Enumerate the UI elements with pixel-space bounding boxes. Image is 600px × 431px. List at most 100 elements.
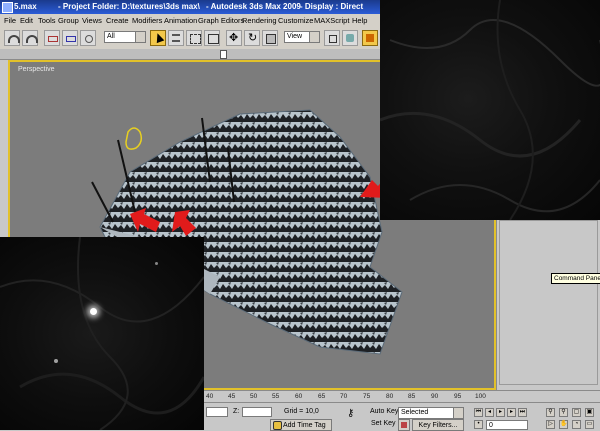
menu-help[interactable]: Help (352, 16, 367, 25)
select-and-scale-button[interactable] (262, 30, 278, 46)
menu-file[interactable]: File (4, 16, 16, 25)
chevron-down-icon (135, 32, 145, 42)
unlink-button[interactable] (62, 30, 78, 46)
bright-speck (90, 308, 97, 315)
menu-modifiers[interactable]: Modifiers (132, 16, 162, 25)
current-frame-value: 0 (489, 422, 493, 429)
chevron-down-icon (453, 408, 463, 418)
timeline-tick: 85 (408, 393, 416, 400)
go-to-start-icon: ⏮ (475, 409, 482, 415)
command-panel[interactable] (496, 220, 600, 390)
go-to-start-button[interactable]: ⏮ (474, 408, 483, 417)
auto-key-mode-dropdown[interactable]: Selected (398, 407, 464, 419)
go-to-end-icon: ⏭ (519, 409, 526, 415)
rectangle-select-icon (190, 34, 201, 44)
selection-filter-dropdown[interactable]: All (104, 31, 146, 43)
pan-icon: ✋ (560, 421, 568, 427)
redo-icon (26, 35, 38, 43)
cursor-icon (153, 31, 165, 44)
texture-cracks (0, 237, 204, 430)
app-logo-icon (2, 2, 13, 13)
timeline-tick: 40 (206, 393, 214, 400)
previous-frame-button[interactable]: ◂ (485, 408, 494, 417)
select-and-link-button[interactable] (44, 30, 60, 46)
space-warp-icon (85, 35, 93, 43)
select-by-name-button[interactable] (168, 30, 184, 46)
rectangular-selection-button[interactable] (186, 30, 202, 46)
menu-edit[interactable]: Edit (20, 16, 33, 25)
undo-button[interactable] (4, 30, 20, 46)
key-filters-button[interactable]: Key Filters... (412, 419, 464, 431)
redo-button[interactable] (22, 30, 38, 46)
field-of-view-button[interactable]: ▷ (546, 420, 555, 429)
menu-tools[interactable]: Tools (38, 16, 56, 25)
set-key-button[interactable] (398, 419, 410, 431)
command-panel-body (499, 220, 598, 385)
maximize-viewport-icon: ▭ (586, 421, 593, 427)
timeline-tick: 80 (386, 393, 394, 400)
timeline-tick: 60 (295, 393, 303, 400)
play-icon: ▸ (498, 409, 502, 415)
toolbar-scroll-handle[interactable] (220, 50, 227, 59)
pivot-point-button[interactable] (324, 30, 340, 46)
select-and-move-button[interactable]: ✥ (226, 30, 242, 46)
command-panel-tooltip: Command Panel (551, 273, 600, 284)
z-coordinate-label: Z: (233, 408, 240, 415)
zoom-extents-all-button[interactable]: ▣ (585, 408, 594, 417)
reference-coordinate-dropdown[interactable]: View (284, 31, 320, 43)
set-key-label[interactable]: Set Key (371, 420, 396, 427)
menu-group[interactable]: Group (58, 16, 79, 25)
x-coordinate-field[interactable] (206, 407, 228, 417)
menu-maxscript[interactable]: MAXScript (314, 16, 349, 25)
pan-button[interactable]: ✋ (559, 420, 568, 429)
window-crossing-button[interactable] (204, 30, 220, 46)
bind-space-warp-button[interactable] (80, 30, 96, 46)
texture-map-image-top-right (380, 0, 600, 220)
orbit-button[interactable]: ◔ (572, 420, 581, 429)
menu-create[interactable]: Create (106, 16, 129, 25)
terrain-spike (91, 181, 114, 223)
menu-customize[interactable]: Customize (278, 16, 313, 25)
select-and-rotate-button[interactable]: ↻ (244, 30, 260, 46)
timeline-tick: 50 (250, 393, 258, 400)
selection-filter-value: All (107, 33, 115, 40)
previous-frame-icon: ◂ (487, 409, 491, 415)
select-object-button[interactable] (150, 30, 166, 46)
current-frame-field[interactable]: 0 (486, 420, 528, 430)
zoom-button[interactable]: ⚲ (546, 408, 555, 417)
play-button[interactable]: ▸ (496, 408, 505, 417)
key-mode-toggle[interactable]: • (474, 420, 483, 429)
texture-map-image-bottom-left (0, 237, 204, 430)
key-mode-icon: • (477, 421, 480, 427)
time-tag-icon (273, 421, 282, 430)
zoom-extents-button[interactable]: ▢ (572, 408, 581, 417)
add-time-tag-button[interactable]: Add Time Tag (270, 419, 332, 431)
zoom-all-button[interactable]: ⚲ (559, 408, 568, 417)
project-folder: - Project Folder: D:\textures\3ds max\ (58, 2, 200, 11)
timeline-tick: 55 (272, 393, 280, 400)
undo-icon (8, 35, 20, 43)
bright-speck (54, 359, 58, 363)
select-manipulate-button[interactable] (342, 30, 358, 46)
z-coordinate-field[interactable] (242, 407, 272, 417)
texture-cracks (380, 0, 600, 220)
helper-gizmo (125, 127, 143, 150)
next-frame-icon: ▸ (509, 409, 513, 415)
menu-graph-editors[interactable]: Graph Editors (198, 16, 244, 25)
menu-views[interactable]: Views (82, 16, 102, 25)
menu-rendering[interactable]: Rendering (242, 16, 277, 25)
maximize-viewport-button[interactable]: ▭ (585, 420, 594, 429)
menu-animation[interactable]: Animation (164, 16, 197, 25)
timeline-tick: 70 (340, 393, 348, 400)
bright-speck (155, 262, 158, 265)
keyboard-shortcut-override-button[interactable] (362, 30, 378, 46)
move-icon: ✥ (229, 32, 239, 44)
zoom-extents-all-icon: ▣ (586, 409, 593, 415)
manipulate-icon (346, 34, 354, 42)
set-key-icon (401, 422, 407, 428)
next-frame-button[interactable]: ▸ (507, 408, 516, 417)
auto-key-label[interactable]: Auto Key (370, 408, 398, 415)
add-time-tag-label: Add Time Tag (283, 422, 326, 429)
key-icon: ⚷ (347, 408, 355, 419)
go-to-end-button[interactable]: ⏭ (518, 408, 527, 417)
